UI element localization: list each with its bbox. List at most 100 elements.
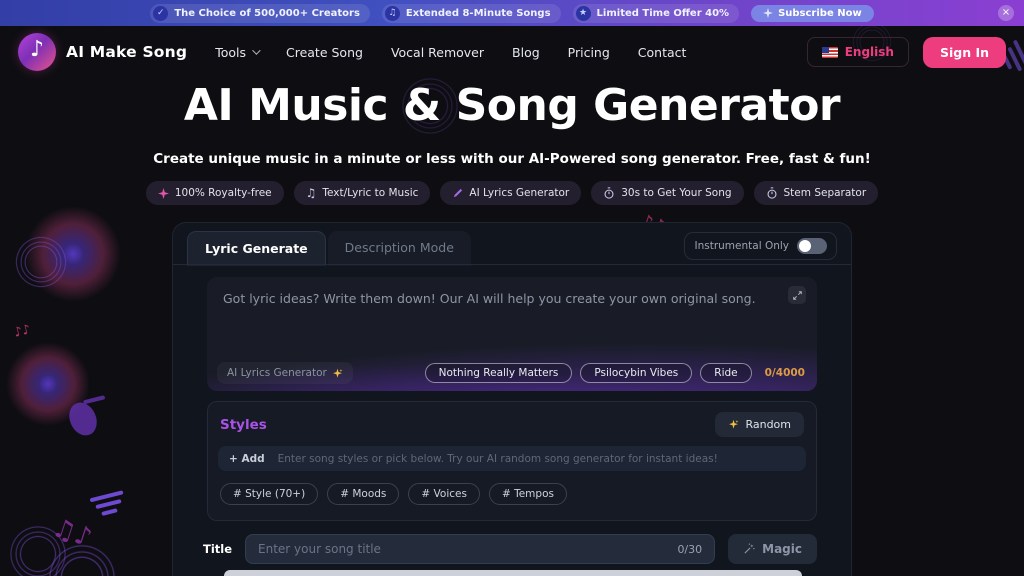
nav-item-create-song[interactable]: Create Song xyxy=(286,45,363,60)
brand-logo[interactable]: ♪ xyxy=(18,33,56,71)
stopwatch-icon xyxy=(603,187,615,199)
promo-bar: ✓ The Choice of 500,000+ Creators ♫ Exte… xyxy=(0,0,1024,26)
language-label: English xyxy=(845,45,894,59)
tag-moods[interactable]: # Moods xyxy=(327,483,399,505)
suggestion-chip[interactable]: Psilocybin Vibes xyxy=(580,363,692,383)
header-actions: English Sign In xyxy=(807,37,1006,68)
sparkle-icon xyxy=(728,419,739,430)
magic-title-button[interactable]: Magic xyxy=(728,534,817,564)
music-note-decor xyxy=(64,398,102,440)
us-flag-icon xyxy=(822,47,838,58)
tab-lyric-generate[interactable]: Lyric Generate xyxy=(187,231,326,266)
tab-description-mode[interactable]: Description Mode xyxy=(328,231,471,266)
pen-icon xyxy=(452,188,463,199)
music-note-icon: ♫ xyxy=(306,186,317,200)
glow-blob xyxy=(6,342,90,426)
tag-tempos[interactable]: # Tempos xyxy=(489,483,567,505)
title-label: Title xyxy=(203,542,232,556)
title-row: Title 0/30 Magic xyxy=(203,534,817,564)
add-style-button[interactable]: + Add xyxy=(229,453,265,465)
feature-stem-separator: Stem Separator xyxy=(754,181,879,205)
brand-name[interactable]: AI Make Song xyxy=(66,43,187,61)
subscribe-label: Subscribe Now xyxy=(778,8,862,19)
feature-label: Text/Lyric to Music xyxy=(322,187,418,199)
nav-label: Create Song xyxy=(286,45,363,60)
feature-royalty-free: 100% Royalty-free xyxy=(146,181,284,205)
lines-decor xyxy=(90,490,129,522)
song-generator-card: Lyric Generate Description Mode Instrume… xyxy=(172,222,852,576)
music-note-icon: ♪ xyxy=(18,37,56,62)
music-note-icon: ♫ xyxy=(385,6,400,21)
check-circle-icon: ✓ xyxy=(153,6,168,21)
sparkle-icon xyxy=(332,368,343,379)
instrumental-only-toggle[interactable] xyxy=(797,238,827,254)
tag-voices[interactable]: # Voices xyxy=(408,483,480,505)
site-header: ♪ AI Make Song Tools Create Song Vocal R… xyxy=(0,26,1024,78)
style-category-tags: # Style (70+) # Moods # Voices # Tempos xyxy=(218,483,806,505)
toggle-knob xyxy=(799,240,811,252)
star-icon: ★ xyxy=(576,6,591,21)
promo-badge-creators: ✓ The Choice of 500,000+ Creators xyxy=(150,4,370,23)
close-icon[interactable]: × xyxy=(998,5,1014,21)
nav-item-vocal-remover[interactable]: Vocal Remover xyxy=(391,45,484,60)
feature-label: AI Lyrics Generator xyxy=(469,187,569,199)
promo-badge-label: Extended 8-Minute Songs xyxy=(406,8,551,19)
ai-lyrics-generator-button[interactable]: AI Lyrics Generator xyxy=(217,362,353,384)
language-selector[interactable]: English xyxy=(807,37,909,67)
sign-in-button[interactable]: Sign In xyxy=(923,37,1006,68)
partial-bottom-button[interactable] xyxy=(224,570,802,576)
feature-badges: 100% Royalty-free ♫ Text/Lyric to Music … xyxy=(0,181,1024,205)
tabs-divider xyxy=(173,264,851,265)
music-notes-decor: ♪♪ xyxy=(12,322,32,341)
styles-section: Styles Random + Add # Style (70+) # Mood… xyxy=(207,401,817,521)
chevron-down-icon xyxy=(252,46,260,54)
main-nav: Tools Create Song Vocal Remover Blog Pri… xyxy=(215,45,686,60)
suggestion-chip[interactable]: Nothing Really Matters xyxy=(425,363,573,383)
styles-header: Styles Random xyxy=(218,412,806,437)
random-style-button[interactable]: Random xyxy=(715,412,804,437)
decorative-rings xyxy=(12,233,70,291)
nav-label: Blog xyxy=(512,45,540,60)
nav-item-contact[interactable]: Contact xyxy=(638,45,687,60)
feature-label: 30s to Get Your Song xyxy=(621,187,731,199)
instrumental-only-control: Instrumental Only xyxy=(684,232,837,260)
style-add-row: + Add xyxy=(218,446,806,471)
feature-ai-lyrics: AI Lyrics Generator xyxy=(440,181,581,205)
nav-label: Contact xyxy=(638,45,687,60)
sparkle-icon xyxy=(158,188,169,199)
suggestion-chip[interactable]: Ride xyxy=(700,363,751,383)
nav-item-pricing[interactable]: Pricing xyxy=(568,45,610,60)
page: ♪♪ ♫♪ ♪♪ ✓ The Choice of 500,000+ Creato… xyxy=(0,0,1024,576)
decorative-rings xyxy=(44,540,120,576)
promo-badge-offer: ★ Limited Time Offer 40% xyxy=(573,4,740,23)
expand-icon[interactable] xyxy=(788,286,806,304)
page-title: AI Music & Song Generator xyxy=(0,80,1024,131)
decorative-rings xyxy=(6,522,70,576)
stopwatch-icon xyxy=(766,187,778,199)
music-notes-decor: ♫♪ xyxy=(48,513,95,554)
glow-blob xyxy=(25,206,121,302)
song-title-input[interactable] xyxy=(258,542,677,556)
style-input[interactable] xyxy=(278,453,795,465)
styles-heading: Styles xyxy=(220,417,267,433)
nav-item-tools[interactable]: Tools xyxy=(215,45,258,60)
promo-badge-label: The Choice of 500,000+ Creators xyxy=(174,8,360,19)
feature-text-to-music: ♫ Text/Lyric to Music xyxy=(294,181,431,205)
nav-item-blog[interactable]: Blog xyxy=(512,45,540,60)
title-char-counter: 0/30 xyxy=(677,543,702,556)
tag-style[interactable]: # Style (70+) xyxy=(220,483,318,505)
subscribe-now-button[interactable]: Subscribe Now xyxy=(751,5,874,22)
lyrics-char-counter: 0/4000 xyxy=(765,367,805,379)
page-subtitle: Create unique music in a minute or less … xyxy=(0,151,1024,167)
promo-badge-extended-songs: ♫ Extended 8-Minute Songs xyxy=(382,4,561,23)
feature-label: Stem Separator xyxy=(784,187,867,199)
instrumental-only-label: Instrumental Only xyxy=(694,240,789,252)
magic-label: Magic xyxy=(762,542,802,556)
nav-label: Pricing xyxy=(568,45,610,60)
title-input-container: 0/30 xyxy=(245,534,715,564)
ai-lyrics-label: AI Lyrics Generator xyxy=(227,367,327,379)
feature-30s-song: 30s to Get Your Song xyxy=(591,181,743,205)
random-label: Random xyxy=(745,418,791,431)
promo-badge-label: Limited Time Offer 40% xyxy=(597,8,730,19)
feature-label: 100% Royalty-free xyxy=(175,187,272,199)
